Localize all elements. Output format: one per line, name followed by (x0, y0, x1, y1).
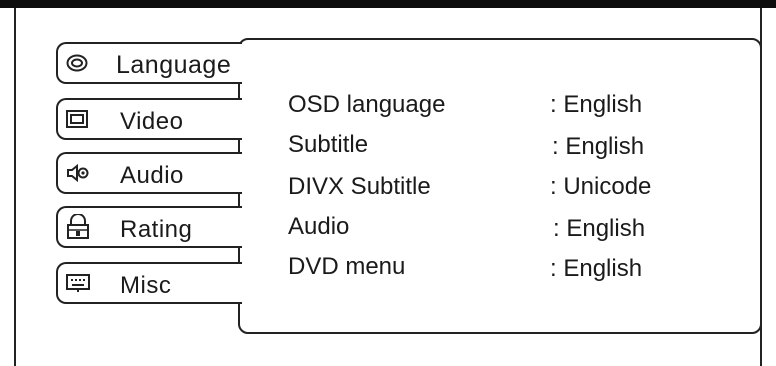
tab-misc[interactable]: Misc (56, 262, 242, 304)
setting-osd-language-value[interactable]: : English (550, 91, 642, 119)
setting-dvd-menu-label[interactable]: DVD menu (288, 253, 405, 281)
monitor-icon (66, 109, 88, 129)
setting-divx-subtitle-label[interactable]: DIVX Subtitle (288, 173, 431, 201)
tab-language-label: Language (116, 51, 232, 79)
top-border (0, 0, 776, 8)
setting-subtitle-value[interactable]: : English (552, 133, 644, 161)
disc-icon (66, 53, 88, 73)
speaker-icon (66, 163, 89, 183)
keyboard-icon (66, 273, 90, 293)
setting-osd-language-label[interactable]: OSD language (288, 91, 445, 119)
tab-video[interactable]: Video (56, 98, 242, 140)
tab-language[interactable]: Language (56, 42, 242, 84)
tab-audio-label: Audio (120, 162, 184, 189)
setting-subtitle-label[interactable]: Subtitle (288, 131, 368, 159)
setting-audio-label[interactable]: Audio (288, 213, 349, 241)
setting-audio-value[interactable]: : English (553, 215, 645, 243)
lock-icon (66, 213, 89, 239)
tab-video-label: Video (120, 108, 184, 135)
setting-dvd-menu-value[interactable]: : English (550, 255, 642, 283)
tab-audio[interactable]: Audio (56, 152, 242, 194)
tab-rating[interactable]: Rating (56, 206, 242, 248)
tab-misc-label: Misc (120, 272, 172, 299)
tab-rating-label: Rating (120, 216, 193, 243)
setting-divx-subtitle-value[interactable]: : Unicode (550, 173, 651, 201)
